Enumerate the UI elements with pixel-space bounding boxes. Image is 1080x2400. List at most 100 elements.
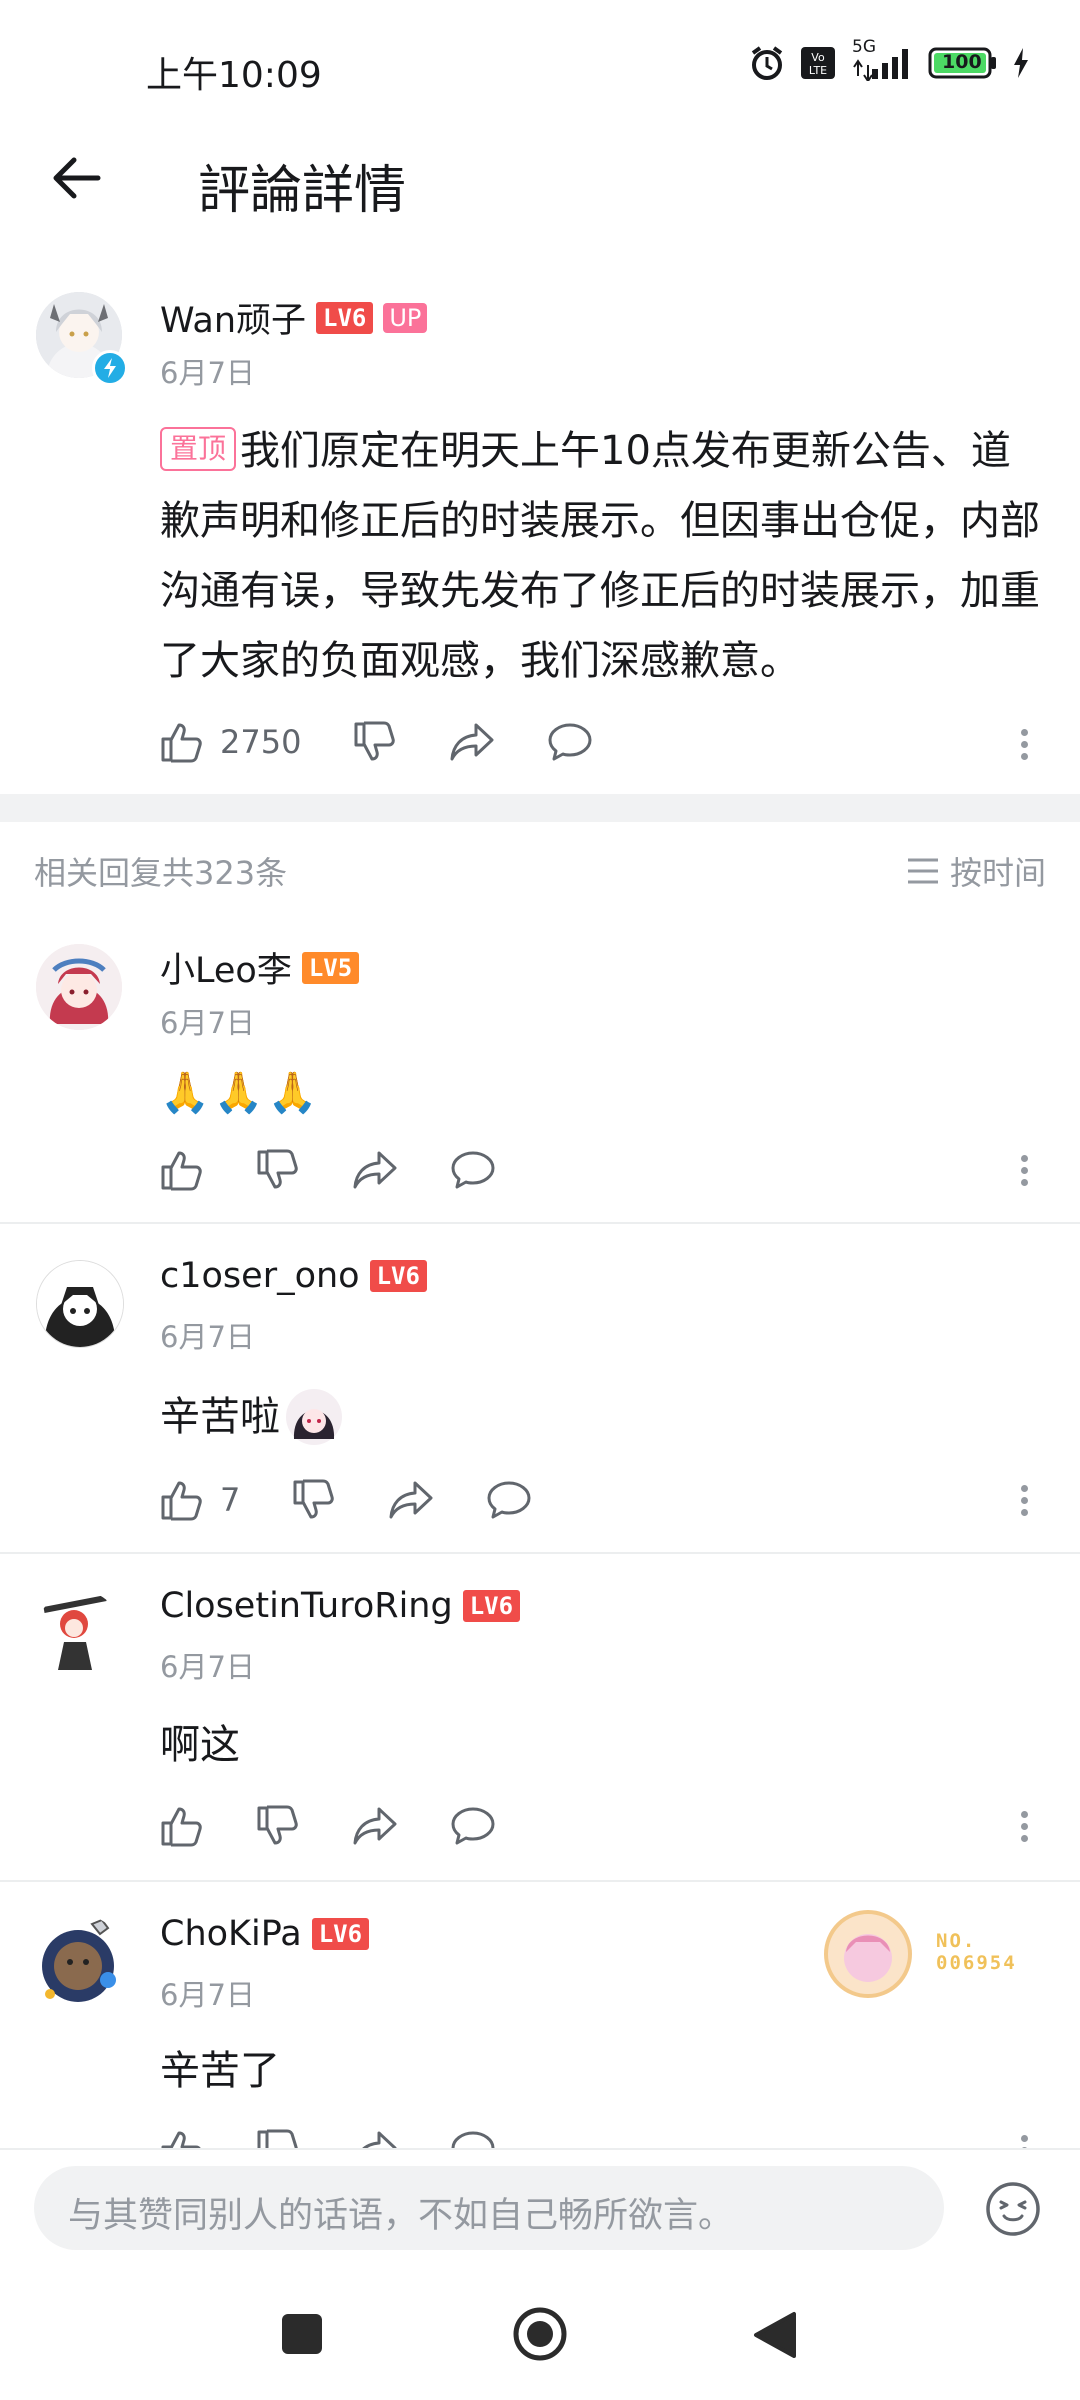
verified-badge-icon <box>92 350 128 386</box>
recents-button[interactable] <box>282 2314 322 2354</box>
thumb-up-icon <box>161 723 202 763</box>
username[interactable]: ChoKiPa <box>160 1914 302 1954</box>
reply-author[interactable]: ChoKiPa LV6 <box>160 1914 370 1954</box>
like-button[interactable] <box>160 1804 204 1848</box>
reply-text[interactable]: 辛苦了 <box>160 2036 280 2106</box>
reply-actions <box>160 1148 496 1192</box>
comment-icon <box>451 1151 495 1189</box>
reply-button[interactable] <box>450 1804 496 1848</box>
sort-button[interactable]: 按时间 <box>906 848 1046 894</box>
up-badge: UP <box>383 302 428 333</box>
share-button[interactable] <box>388 1478 434 1522</box>
level-badge: LV6 <box>316 301 374 334</box>
like-button[interactable] <box>160 1148 204 1192</box>
username[interactable]: ClosetinTuroRing <box>160 1586 453 1626</box>
svg-text:LTE: LTE <box>809 64 827 77</box>
more-options-icon[interactable] <box>1019 1806 1029 1846</box>
avatar[interactable] <box>36 944 122 1030</box>
thumb-down-icon <box>257 1805 298 1845</box>
app-bar <box>0 140 1080 240</box>
reply-content[interactable]: 辛苦啦 <box>160 1382 344 1452</box>
username[interactable]: 小Leo李 <box>160 942 292 993</box>
share-icon <box>353 1151 397 1189</box>
reply-date: 6月7日 <box>160 1320 255 1354</box>
dislike-button[interactable] <box>256 1804 300 1848</box>
share-button[interactable] <box>449 720 495 764</box>
avatar[interactable] <box>30 1914 126 2010</box>
status-time: 上午10:09 <box>146 55 322 96</box>
reply-actions: 7 <box>160 1478 532 1522</box>
avatar[interactable] <box>36 1590 122 1676</box>
back-button[interactable] <box>48 150 104 206</box>
thumb-up-icon <box>161 1151 202 1191</box>
comment-content[interactable]: 置顶 我们原定在明天上午10点发布更新公告、道歉声明和修正后的时装展示。但因事出仓… <box>160 416 1040 696</box>
more-options-icon[interactable] <box>1019 1480 1029 1520</box>
charging-icon <box>1012 47 1030 79</box>
signal-5g-icon: 5G <box>850 37 914 81</box>
status-bar: 上午10:09 Vo LTE 5G 100 <box>0 0 1080 140</box>
reply-author[interactable]: ClosetinTuroRing LV6 <box>160 1586 521 1626</box>
divider <box>0 1880 1080 1882</box>
share-icon <box>389 1481 433 1519</box>
comment-date: 6月7日 <box>160 356 255 390</box>
level-badge: LV6 <box>311 1918 370 1950</box>
fan-card-image <box>824 1910 912 1998</box>
fan-card-number: NO. 006954 <box>936 1930 1017 1974</box>
dislike-button[interactable] <box>292 1478 336 1522</box>
dislike-button[interactable] <box>353 720 397 764</box>
comment-icon <box>548 723 592 761</box>
like-count: 7 <box>220 1481 241 1519</box>
battery-level: 100 <box>942 51 982 73</box>
home-circle-icon <box>513 2307 567 2361</box>
reply-text: 辛苦啦 <box>160 1394 280 1440</box>
battery-icon: 100 <box>928 46 998 80</box>
reply-button[interactable] <box>450 1148 496 1192</box>
emoji-button[interactable] <box>984 2180 1042 2238</box>
reply-date: 6月7日 <box>160 1006 255 1040</box>
emoji-icon <box>986 2182 1040 2236</box>
svg-text:Vo: Vo <box>811 51 825 64</box>
volte-icon: Vo LTE <box>800 46 836 80</box>
system-nav-bar <box>0 2270 1080 2400</box>
reply-author[interactable]: 小Leo李 LV5 <box>160 942 360 993</box>
reply-date: 6月7日 <box>160 1978 255 2012</box>
share-button[interactable] <box>352 1804 398 1848</box>
dislike-button[interactable] <box>256 1148 300 1192</box>
alarm-icon <box>748 44 786 82</box>
sort-label: 按时间 <box>949 854 1046 892</box>
reply-button[interactable] <box>486 1478 532 1522</box>
share-icon <box>353 1807 397 1845</box>
like-button[interactable]: 2750 <box>160 720 301 764</box>
username[interactable]: c1oser_ono <box>160 1256 360 1296</box>
status-icons: Vo LTE 5G 100 <box>748 37 1030 82</box>
thumb-up-icon <box>161 1481 202 1521</box>
pinned-tag: 置顶 <box>160 427 237 471</box>
reply-text[interactable]: 🙏🙏🙏 <box>160 1058 321 1128</box>
share-button[interactable] <box>352 1148 398 1192</box>
comment-author[interactable]: Wan顽子 LV6 UP <box>160 292 428 343</box>
comment-icon <box>487 1481 531 1519</box>
level-badge: LV6 <box>369 1260 427 1292</box>
fan-card-badge[interactable]: NO. 006954 <box>822 1908 1022 2000</box>
reply-count: 相关回复共323条 <box>34 854 288 892</box>
reply-actions <box>160 1804 496 1848</box>
comment-input[interactable]: 与其赞同别人的话语，不如自己畅所欲言。 <box>34 2166 944 2250</box>
more-options-icon[interactable] <box>1019 1150 1029 1190</box>
level-badge: LV6 <box>462 1590 521 1622</box>
avatar[interactable] <box>36 1260 124 1348</box>
comment-actions: 2750 <box>160 720 593 764</box>
reply-date: 6月7日 <box>160 1650 255 1684</box>
reply-text[interactable]: 啊这 <box>160 1710 240 1780</box>
reply-author[interactable]: c1oser_ono LV6 <box>160 1256 427 1296</box>
comment-input-placeholder: 与其赞同别人的话语，不如自己畅所欲言。 <box>68 2196 734 2236</box>
like-button[interactable]: 7 <box>160 1478 240 1522</box>
page-title: 評論詳情 <box>198 161 407 221</box>
reply-button[interactable] <box>547 720 593 764</box>
username[interactable]: Wan顽子 <box>160 292 306 343</box>
home-button[interactable] <box>510 2304 570 2364</box>
more-options-icon[interactable] <box>1019 724 1029 764</box>
comment-icon <box>451 1807 495 1845</box>
back-nav-button[interactable] <box>752 2310 798 2360</box>
comment-text: 我们原定在明天上午10点发布更新公告、道歉声明和修正后的时装展示。但因事出仓促，… <box>160 428 1040 684</box>
section-divider <box>0 794 1080 822</box>
